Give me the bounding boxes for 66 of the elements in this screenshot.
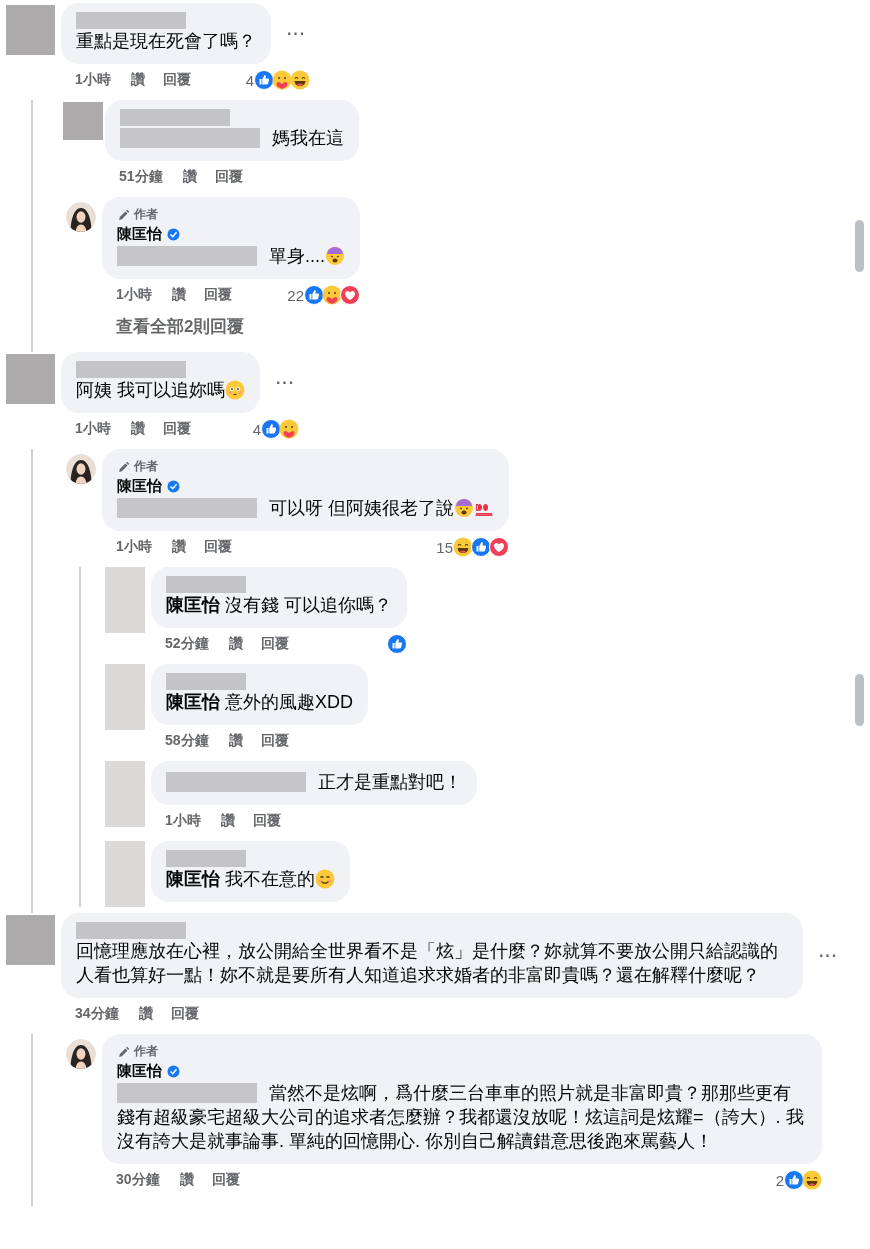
- comment-text: 回憶理應放在心裡，放公開給全世界看不是「炫」是什麼？妳就算不要放公開只給認識的人看也算好一點！妳不就是要所有人知道追求求婚者的非富即貴嗎？還在解釋什麼呢？: [76, 941, 778, 985]
- reaction-count[interactable]: 4: [245, 71, 254, 89]
- like-link[interactable]: 讚: [130, 71, 145, 89]
- reply-link[interactable]: 回覆: [162, 420, 191, 438]
- avatar[interactable]: [66, 202, 96, 232]
- pen-icon: [117, 1044, 131, 1059]
- comment-text: 沒有錢 可以追你嗎？: [225, 595, 392, 615]
- like-link[interactable]: 讚: [179, 1171, 194, 1189]
- comment-text: 我不在意的: [225, 869, 315, 889]
- like-link[interactable]: 讚: [220, 812, 235, 830]
- timestamp[interactable]: 34分鐘: [75, 1005, 119, 1023]
- timestamp[interactable]: 1小時: [75, 71, 111, 89]
- reaction-count[interactable]: 15: [436, 538, 453, 556]
- more-options-button[interactable]: ···: [283, 22, 310, 45]
- like-link[interactable]: 讚: [171, 286, 186, 304]
- author-label: 作者: [134, 1043, 158, 1060]
- reply-link[interactable]: 回覆: [252, 812, 281, 830]
- reply-link[interactable]: 回覆: [170, 1005, 199, 1023]
- scrollbar-thumb[interactable]: [855, 220, 864, 272]
- scrollbar-thumb[interactable]: [855, 674, 864, 726]
- reply-link[interactable]: 回覆: [162, 71, 191, 89]
- like-link[interactable]: 讚: [228, 732, 243, 750]
- pen-icon: [117, 207, 131, 222]
- timestamp[interactable]: 58分鐘: [165, 732, 209, 750]
- commenter-name[interactable]: 陳匡怡: [117, 1062, 162, 1081]
- reply-link[interactable]: 回覆: [260, 635, 289, 653]
- timestamp[interactable]: 1小時: [116, 538, 152, 556]
- timestamp[interactable]: 1小時: [165, 812, 201, 830]
- reaction-count[interactable]: 4: [252, 420, 261, 438]
- timestamp[interactable]: 51分鐘: [119, 168, 163, 186]
- avatar[interactable]: [66, 454, 96, 484]
- timestamp[interactable]: 1小時: [75, 420, 111, 438]
- tagged-name[interactable]: 陳匡怡: [166, 692, 220, 712]
- comment-text: 單身....: [117, 244, 325, 268]
- reaction-count[interactable]: 2: [775, 1171, 784, 1189]
- like-link[interactable]: 讚: [138, 1005, 153, 1023]
- comment-text: 媽我在這: [120, 126, 344, 150]
- reaction-count[interactable]: 22: [287, 286, 304, 304]
- reply-link[interactable]: 回覆: [260, 732, 289, 750]
- avatar[interactable]: [66, 1039, 96, 1069]
- comment-text: 可以呀 但阿姨很老了說: [117, 496, 454, 520]
- like-link[interactable]: 讚: [182, 168, 197, 186]
- tagged-name[interactable]: 陳匡怡: [166, 869, 220, 889]
- reply-link[interactable]: 回覆: [203, 286, 232, 304]
- reply-link[interactable]: 回覆: [211, 1171, 240, 1189]
- timestamp[interactable]: 1小時: [116, 286, 152, 304]
- more-options-button[interactable]: ···: [815, 944, 842, 967]
- comment-text: 重點是現在死會了嗎？: [76, 31, 256, 51]
- comment-text: 當然不是炫啊，爲什麼三台車車的照片就是非富即貴？那那些更有錢有超級豪宅超級大公司的追求者怎麼辦？我都還沒放呢！炫這詞是炫耀=（誇大）. 我沒有誇大是就事論事. 單純的回憶開心. 你別自己解讀錯意思後跑來罵藝人！: [117, 1081, 807, 1153]
- like-link[interactable]: 讚: [171, 538, 186, 556]
- view-replies-link[interactable]: 查看全部2則回覆: [116, 315, 245, 338]
- commenter-name[interactable]: 陳匡怡: [117, 225, 162, 244]
- pen-icon: [117, 459, 131, 474]
- reply-link[interactable]: 回覆: [203, 538, 232, 556]
- more-options-button[interactable]: ···: [272, 371, 299, 394]
- author-label: 作者: [134, 206, 158, 223]
- comment-text: 阿姨 我可以追妳嗎: [76, 380, 225, 400]
- like-link[interactable]: 讚: [228, 635, 243, 653]
- reply-link[interactable]: 回覆: [214, 168, 243, 186]
- like-link[interactable]: 讚: [130, 420, 145, 438]
- timestamp[interactable]: 30分鐘: [116, 1171, 160, 1189]
- tagged-name[interactable]: 陳匡怡: [166, 595, 220, 615]
- commenter-name[interactable]: 陳匡怡: [117, 477, 162, 496]
- comment-text: 意外的風趣XDD: [225, 692, 353, 712]
- timestamp[interactable]: 52分鐘: [165, 635, 209, 653]
- author-label: 作者: [134, 458, 158, 475]
